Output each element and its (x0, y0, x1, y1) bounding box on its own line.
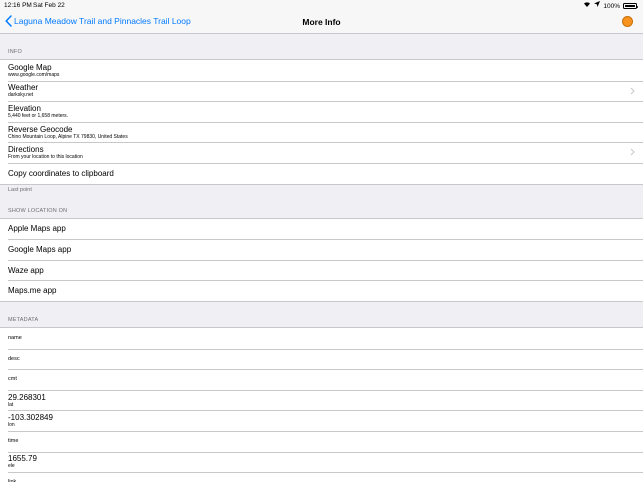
row-title: Google Maps app (8, 244, 72, 254)
row-subtitle: 5,440 feet or 1,658 meters. (8, 112, 69, 119)
google-map-row[interactable]: Google Map www.google.com/maps (0, 60, 643, 81)
show-location-group: Apple Maps app Google Maps app Waze app … (0, 217, 643, 302)
row-subtitle: From your location to this location (8, 154, 83, 161)
metadata-row-link[interactable]: link (0, 472, 643, 482)
status-time: 12:16 PM (4, 2, 32, 9)
weather-row[interactable]: Weather darksky.net (0, 80, 643, 102)
elevation-row[interactable]: Elevation 5,440 feet or 1,658 meters. (0, 101, 643, 122)
metadata-row-ele[interactable]: 1655.79 ele (0, 451, 643, 473)
metadata-row-time[interactable]: time (0, 430, 643, 452)
metadata-row-cmt[interactable]: cmt (0, 369, 643, 390)
metadata-row-lat[interactable]: 29.268301 lat (0, 389, 643, 411)
reverse-geocode-row[interactable]: Reverse Geocode Chino Mountain Loop, Alp… (0, 121, 643, 143)
google-maps-row[interactable]: Google Maps app (0, 239, 643, 260)
metadata-row-desc[interactable]: desc (0, 348, 643, 370)
navigation-bar: Laguna Meadow Trail and Pinnacles Trail … (0, 12, 643, 34)
row-subtitle: darksky.net (8, 92, 34, 99)
metadata-label: ele (8, 463, 15, 470)
maps-me-row[interactable]: Maps.me app (0, 280, 643, 301)
apple-maps-row[interactable]: Apple Maps app (0, 218, 643, 240)
metadata-label: time (8, 438, 19, 445)
row-title: Directions (8, 145, 44, 155)
row-title: Weather (8, 83, 39, 93)
info-group: Google Map www.google.com/maps Weather d… (0, 59, 643, 185)
page-title: More Info (302, 17, 341, 27)
metadata-value: 1655.79 (8, 454, 37, 464)
status-date: Sat Feb 22 (33, 2, 65, 9)
chevron-right-icon (630, 87, 635, 94)
metadata-row-name[interactable]: name (0, 327, 643, 349)
row-subtitle: www.google.com/maps (8, 71, 60, 78)
directions-row[interactable]: Directions From your location to this lo… (0, 142, 643, 163)
row-title: Elevation (8, 103, 41, 113)
metadata-group: name desc cmt 29.268301 lat -103.302849 … (0, 326, 643, 482)
row-subtitle: Chino Mountain Loop, Alpine TX 79830, Un… (8, 133, 128, 140)
metadata-value: 29.268301 (8, 392, 46, 402)
chevron-right-icon (630, 149, 635, 156)
metadata-label: lon (8, 422, 15, 429)
battery-icon (623, 3, 639, 9)
section-header-metadata: METADATA (8, 316, 39, 323)
metadata-label: cmt (8, 376, 17, 383)
wifi-icon (583, 1, 591, 11)
row-title: Google Map (8, 62, 52, 72)
battery-percent: 100% (603, 2, 620, 10)
section-header-show-location: SHOW LOCATION ON (8, 207, 68, 214)
row-title: Apple Maps app (8, 224, 66, 234)
row-title: Waze app (8, 265, 44, 275)
metadata-value: -103.302849 (8, 413, 53, 423)
table-view[interactable]: INFO Google Map www.google.com/maps Weat… (0, 34, 643, 482)
metadata-row-lon[interactable]: -103.302849 lon (0, 410, 643, 431)
status-bar: 12:16 PM Sat Feb 22 100% (0, 0, 643, 12)
status-indicator-dot[interactable] (622, 16, 633, 27)
row-title: Reverse Geocode (8, 124, 73, 134)
location-arrow-icon (594, 1, 601, 11)
section-header-info: INFO (8, 49, 22, 55)
copy-coordinates-row[interactable]: Copy coordinates to clipboard (0, 162, 643, 184)
row-title: Copy coordinates to clipboard (8, 168, 114, 178)
metadata-label: lat (8, 401, 14, 408)
status-right: 100% (583, 1, 639, 11)
section-footer-info: Last point (8, 186, 32, 193)
metadata-label: desc (8, 355, 20, 362)
metadata-label: name (8, 335, 22, 342)
row-title: Maps.me app (8, 286, 57, 296)
waze-row[interactable]: Waze app (0, 259, 643, 281)
